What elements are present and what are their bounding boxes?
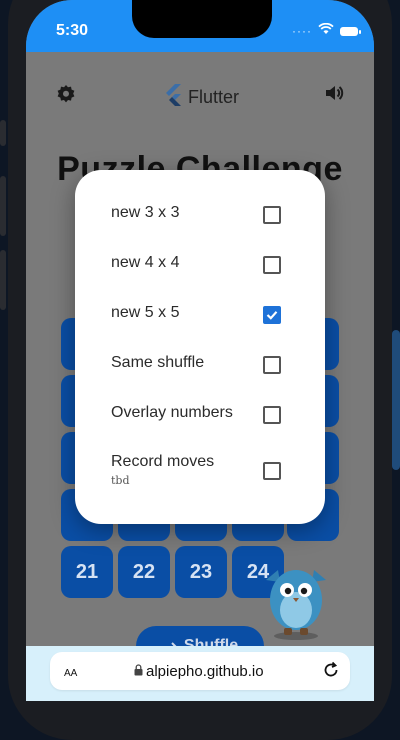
option-checkbox-checked[interactable]	[263, 306, 281, 324]
puzzle-tile[interactable]: 23	[175, 546, 227, 598]
text-size-label: AA	[64, 668, 78, 679]
option-label: Same shuffle	[111, 354, 205, 371]
option-checkbox[interactable]	[263, 256, 281, 274]
option-checkbox[interactable]	[263, 356, 281, 374]
puzzle-tile[interactable]: 21	[61, 546, 113, 598]
option-new-3x3[interactable]: new 3 x 3	[75, 194, 325, 234]
dash-mascot-image	[258, 552, 334, 645]
option-new-5x5[interactable]: new 5 x 5	[75, 294, 325, 334]
option-overlay-numbers[interactable]: Overlay numbers	[75, 394, 325, 434]
background-art	[392, 330, 400, 470]
option-checkbox[interactable]	[263, 462, 281, 480]
status-bar: 5:30 ····	[26, 0, 374, 52]
option-label: new 5 x 5	[111, 304, 180, 321]
option-label: new 3 x 3	[111, 204, 180, 221]
status-time: 5:30	[56, 22, 89, 39]
reload-icon[interactable]	[322, 661, 340, 684]
flutter-logo-icon	[164, 84, 182, 111]
settings-dialog: new 3 x 3 new 4 x 4 new 5 x 5 Same shuff…	[75, 170, 325, 524]
option-same-shuffle[interactable]: Same shuffle	[75, 344, 325, 384]
puzzle-tile[interactable]: 22	[118, 546, 170, 598]
volume-down-button	[0, 250, 6, 310]
address-bar[interactable]: AA alpiepho.github.io	[50, 652, 350, 690]
flutter-logo: Flutter	[164, 84, 239, 111]
text-size-button[interactable]: AA	[64, 663, 77, 679]
url-text: alpiepho.github.io	[146, 663, 264, 680]
mute-switch	[0, 120, 6, 146]
option-sublabel: tbd	[111, 474, 130, 487]
lock-icon	[134, 663, 143, 680]
settings-gear-icon[interactable]	[56, 84, 76, 109]
sound-speaker-icon[interactable]	[324, 84, 344, 107]
notch	[132, 0, 272, 38]
cellular-icon: ····	[292, 24, 312, 38]
url-display[interactable]: alpiepho.github.io	[134, 663, 264, 680]
option-new-4x4[interactable]: new 4 x 4	[75, 244, 325, 284]
option-record-moves[interactable]: Record moves tbd	[75, 444, 325, 494]
option-label: Overlay numbers	[111, 404, 233, 421]
volume-up-button	[0, 176, 6, 236]
option-label: Record moves	[111, 453, 215, 470]
status-icons: ····	[292, 22, 361, 40]
flutter-brand-text: Flutter	[188, 87, 240, 107]
battery-icon	[340, 26, 361, 36]
option-checkbox[interactable]	[263, 406, 281, 424]
option-checkbox[interactable]	[263, 206, 281, 224]
browser-toolbar: AA alpiepho.github.io	[26, 646, 374, 701]
wifi-icon	[318, 22, 334, 40]
option-label: new 4 x 4	[111, 254, 180, 271]
